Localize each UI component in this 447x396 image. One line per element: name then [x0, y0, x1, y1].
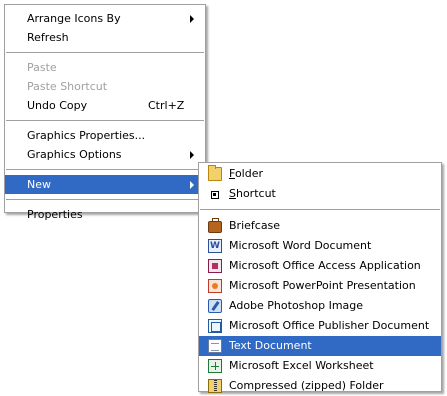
menu-separator [6, 199, 204, 200]
menu-separator [6, 120, 204, 121]
menu-item-label: Microsoft Excel Worksheet [229, 359, 374, 372]
menu-separator [6, 52, 204, 53]
menu-item-label: Microsoft Office Publisher Document [229, 319, 430, 332]
excel-worksheet-icon [208, 359, 222, 373]
menu-item-label: Shortcut [229, 187, 276, 200]
menu-item-label: Arrange Icons By [27, 12, 121, 25]
submenu-item-photoshop-image[interactable]: Adobe Photoshop Image [199, 296, 441, 316]
menu-item-label: Paste Shortcut [27, 80, 108, 93]
submenu-item-excel-worksheet[interactable]: Microsoft Excel Worksheet [199, 356, 441, 376]
photoshop-image-icon [208, 299, 222, 313]
menu-item-refresh[interactable]: Refresh [5, 28, 205, 47]
menu-item-graphics-properties[interactable]: Graphics Properties... [5, 126, 205, 145]
access-application-icon [208, 259, 222, 273]
zipped-folder-icon [208, 379, 222, 393]
menu-item-arrange-icons-by[interactable]: Arrange Icons By [5, 9, 205, 28]
menu-item-label: Compressed (zipped) Folder [229, 379, 384, 392]
text-document-icon [208, 339, 222, 353]
powerpoint-presentation-icon [208, 279, 222, 293]
menu-item-label: Properties [27, 208, 83, 221]
menu-item-undo-copy[interactable]: Undo Copy Ctrl+Z [5, 96, 205, 115]
menu-separator [6, 169, 204, 170]
submenu-arrow-icon [190, 151, 194, 159]
menu-item-properties[interactable]: Properties [5, 205, 205, 224]
menu-item-label: Briefcase [229, 219, 281, 232]
menu-item-label: Adobe Photoshop Image [229, 299, 364, 312]
menu-item-graphics-options[interactable]: Graphics Options [5, 145, 205, 164]
menu-item-label: New [27, 178, 51, 191]
menu-item-label: Refresh [27, 31, 69, 44]
desktop-context-menu: Arrange Icons By Refresh Paste Paste Sho… [4, 4, 206, 221]
briefcase-icon [208, 218, 222, 233]
menu-item-label: Graphics Properties... [27, 129, 146, 142]
menu-item-label: Paste [27, 61, 57, 74]
submenu-item-zipped-folder[interactable]: Compressed (zipped) Folder [199, 376, 441, 396]
keyboard-shortcut: Ctrl+Z [148, 99, 185, 112]
submenu-item-shortcut[interactable]: Shortcut [199, 184, 441, 204]
menu-item-paste: Paste [5, 58, 205, 77]
folder-icon [208, 165, 222, 181]
menu-item-label: Undo Copy [27, 99, 88, 112]
publisher-document-icon [208, 319, 222, 333]
menu-item-label: Microsoft Word Document [229, 239, 372, 252]
new-submenu: Folder Shortcut Briefcase Microsoft Word… [198, 162, 442, 393]
menu-item-label: Text Document [229, 339, 312, 352]
menu-item-paste-shortcut: Paste Shortcut [5, 77, 205, 96]
submenu-item-briefcase[interactable]: Briefcase [199, 216, 441, 236]
shortcut-icon [211, 191, 219, 199]
submenu-item-access-application[interactable]: Microsoft Office Access Application [199, 256, 441, 276]
submenu-arrow-icon [190, 15, 194, 23]
submenu-item-text-document[interactable]: Text Document [199, 336, 441, 356]
submenu-item-powerpoint-presentation[interactable]: Microsoft PowerPoint Presentation [199, 276, 441, 296]
menu-item-label: Graphics Options [27, 148, 122, 161]
menu-separator [200, 209, 440, 210]
word-document-icon [208, 236, 222, 256]
menu-item-new[interactable]: New [5, 175, 205, 194]
menu-item-label: Microsoft PowerPoint Presentation [229, 279, 416, 292]
submenu-item-word-document[interactable]: Microsoft Word Document [199, 236, 441, 256]
submenu-arrow-icon [190, 181, 194, 189]
menu-item-label: Microsoft Office Access Application [229, 259, 421, 272]
menu-item-label: Folder [229, 167, 263, 180]
submenu-item-folder[interactable]: Folder [199, 164, 441, 184]
submenu-item-publisher-document[interactable]: Microsoft Office Publisher Document [199, 316, 441, 336]
